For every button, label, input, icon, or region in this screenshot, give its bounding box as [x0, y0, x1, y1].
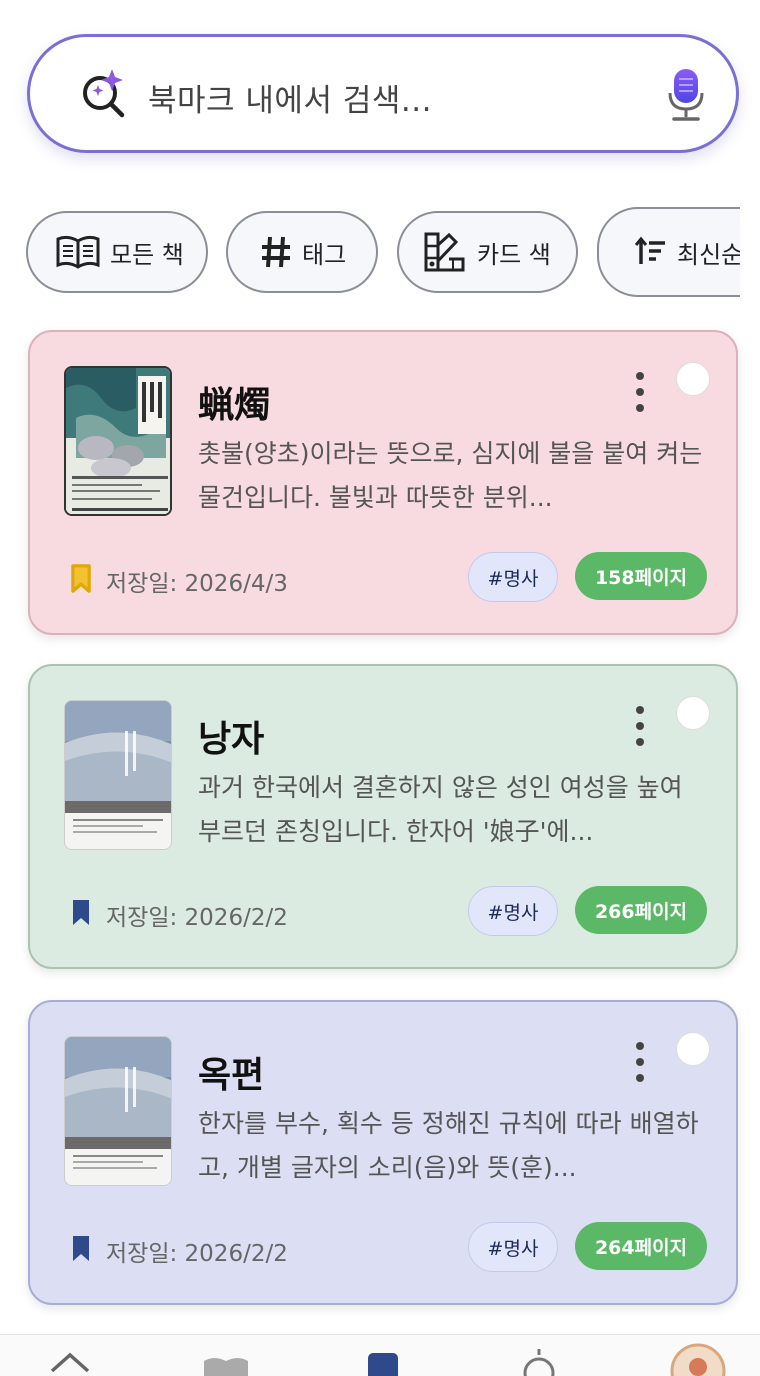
bookmark-nav-icon[interactable]	[366, 1349, 400, 1376]
filter-label: 태그	[302, 240, 347, 269]
filter-label: 모든 책	[110, 240, 184, 269]
filter-tag[interactable]: 태그	[226, 211, 378, 293]
tag-badge[interactable]: #명사	[468, 1222, 558, 1272]
page-badge: 158페이지	[575, 552, 707, 600]
saved-date: 저장일: 2026/2/2	[106, 1241, 288, 1267]
hash-icon	[262, 236, 290, 268]
microphone-icon[interactable]	[666, 67, 706, 123]
select-checkbox[interactable]	[676, 1032, 710, 1066]
sort-icon	[635, 236, 665, 264]
card-title: 蝋燭	[198, 385, 271, 426]
library-icon[interactable]	[200, 1349, 252, 1376]
bookmark-card[interactable]: 蝋燭 촛불(양초)이라는 뜻으로, 심지에 불을 붙여 켜는 물건입니다. 불빛…	[28, 330, 738, 635]
book-cover	[64, 366, 172, 516]
book-cover	[64, 700, 172, 850]
card-title: 옥편	[198, 1055, 265, 1096]
home-icon[interactable]	[48, 1349, 92, 1376]
saved-date: 저장일: 2026/4/3	[106, 571, 288, 597]
card-description: 촛불(양초)이라는 뜻으로, 심지에 불을 붙여 켜는 물건입니다. 불빛과 따…	[198, 439, 703, 512]
saved-date: 저장일: 2026/2/2	[106, 905, 288, 931]
bookmark-card[interactable]: 낭자 과거 한국에서 결혼하지 않은 성인 여성을 높여 부르던 존칭입니다. …	[28, 664, 738, 969]
bookmark-icon	[73, 1236, 89, 1261]
filter-sort[interactable]: 최신순	[597, 207, 740, 297]
bookmark-icon	[73, 900, 89, 925]
search-input[interactable]: 북마크 내에서 검색...	[148, 75, 432, 120]
filter-label: 카드 색	[477, 240, 551, 269]
tag-badge[interactable]: #명사	[468, 886, 558, 936]
tag-badge[interactable]: #명사	[468, 552, 558, 602]
avatar[interactable]	[670, 1343, 726, 1376]
color-palette-icon	[424, 232, 465, 272]
filter-chips: 모든 책 태그 카드 색 최신순	[0, 205, 740, 305]
filter-card-color[interactable]: 카드 색	[397, 211, 578, 293]
page-badge: 264페이지	[575, 1222, 707, 1270]
page-badge: 266페이지	[575, 886, 707, 934]
select-checkbox[interactable]	[676, 362, 710, 396]
book-open-icon	[56, 235, 100, 269]
filter-label: 최신순	[677, 240, 740, 269]
more-options-icon[interactable]	[630, 370, 650, 414]
search-bar[interactable]: 북마크 내에서 검색...	[27, 34, 739, 153]
card-description: 과거 한국에서 결혼하지 않은 성인 여성을 높여 부르던 존칭입니다. 한자어…	[198, 773, 683, 846]
bookmark-card[interactable]: 옥편 한자를 부수, 획수 등 정해진 규칙에 따라 배열하고, 개별 글자의 …	[28, 1000, 738, 1305]
filter-all-books[interactable]: 모든 책	[26, 211, 208, 293]
ai-search-icon	[83, 69, 125, 118]
more-options-icon[interactable]	[630, 1040, 650, 1084]
select-checkbox[interactable]	[676, 696, 710, 730]
more-options-icon[interactable]	[630, 704, 650, 748]
book-cover	[64, 1036, 172, 1186]
timer-icon[interactable]	[522, 1349, 556, 1376]
bottom-nav	[0, 1334, 760, 1376]
card-description: 한자를 부수, 획수 등 정해진 규칙에 따라 배열하고, 개별 글자의 소리(…	[198, 1109, 699, 1182]
card-title: 낭자	[198, 719, 265, 760]
bookmark-icon	[71, 564, 91, 593]
